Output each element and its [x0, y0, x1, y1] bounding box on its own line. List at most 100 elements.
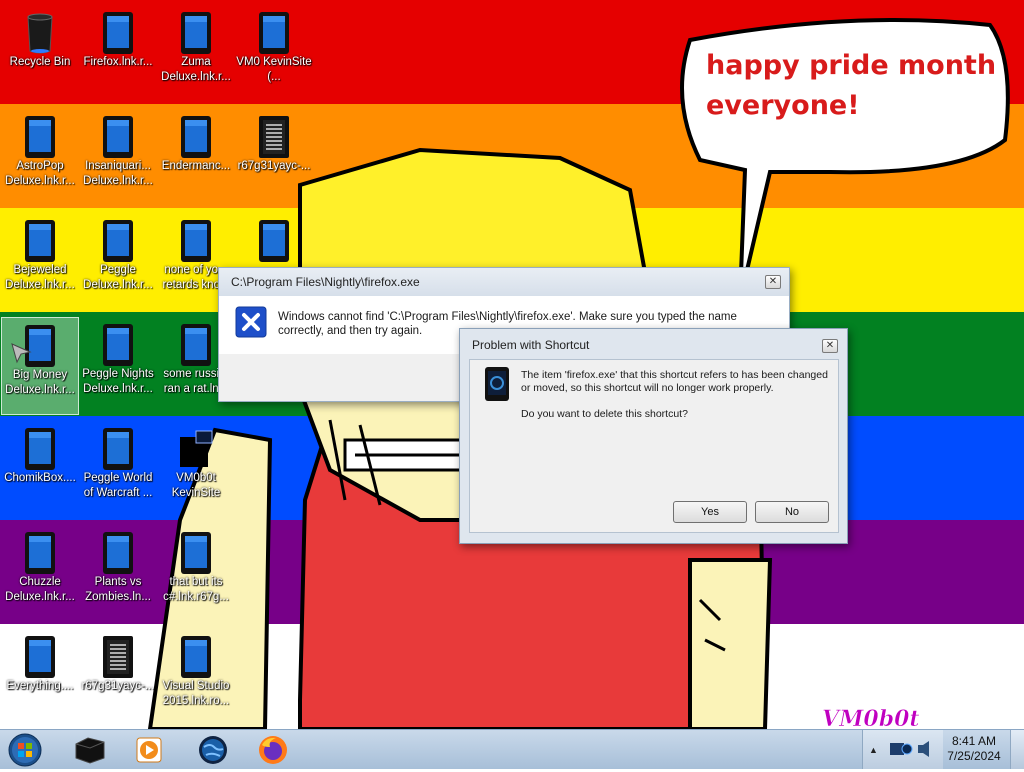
taskbar-item-globe[interactable]	[186, 730, 242, 769]
app-shortcut-icon	[103, 12, 133, 54]
clock[interactable]: 8:41 AM 7/25/2024	[942, 730, 1006, 769]
tray-expand-icon[interactable]: ▲	[869, 745, 878, 755]
desktop-icon[interactable]: Visual Studio 2015.lnk.ro...	[157, 629, 235, 727]
app-shortcut-icon	[103, 532, 133, 574]
desktop-icon[interactable]: VM0b0t KevinSite	[157, 421, 235, 519]
desktop-icon[interactable]: Everything....	[1, 629, 79, 727]
taskbar-item-media-player[interactable]	[122, 730, 178, 769]
desktop-icon-label: Peggle World of Warcraft ...	[83, 472, 153, 499]
desktop-icon[interactable]: Insaniquari... Deluxe.lnk.r...	[79, 109, 157, 207]
no-button[interactable]: No	[755, 501, 829, 523]
document-icon	[259, 116, 289, 158]
desktop-icon-label: ChomikBox....	[4, 472, 76, 484]
error-dialog-titlebar[interactable]: C:\Program Files\Nightly\firefox.exe ✕	[219, 268, 789, 296]
app-shortcut-icon	[25, 532, 55, 574]
desktop-icon[interactable]: Zuma Deluxe.lnk.r...	[157, 5, 235, 103]
desktop-icon-label: Peggle Nights Deluxe.lnk.r...	[82, 368, 154, 395]
error-dialog-title: C:\Program Files\Nightly\firefox.exe	[231, 275, 420, 289]
desktop-icon[interactable]: Firefox.lnk.r...	[79, 5, 157, 103]
system-tray: ▲	[862, 730, 943, 769]
shortcut-dialog-title: Problem with Shortcut	[472, 338, 590, 352]
desktop-icon-label: VM0 KevinSite (...	[236, 56, 312, 83]
firefox-icon	[258, 735, 288, 770]
desktop-icon[interactable]: that but its c#.lnk.r67g...	[157, 525, 235, 623]
yes-button[interactable]: Yes	[673, 501, 747, 523]
app-shortcut-icon	[25, 116, 55, 158]
desktop-icon[interactable]: VM0 KevinSite (...	[235, 5, 313, 103]
start-button[interactable]	[0, 730, 52, 769]
taskbar-item-black-box[interactable]	[62, 730, 118, 769]
desktop-icon-label: AstroPop Deluxe.lnk.r...	[5, 160, 75, 187]
desktop-icon[interactable]: Peggle Nights Deluxe.lnk.r...	[79, 317, 157, 415]
app-shortcut-icon	[103, 324, 133, 366]
app-shortcut-icon	[25, 636, 55, 678]
desktop-icon-label: Big Money Deluxe.lnk.r...	[5, 369, 75, 396]
desktop-icon-label: Everything....	[6, 680, 74, 692]
error-x-icon	[235, 306, 267, 338]
desktop-icon[interactable]: Peggle World of Warcraft ...	[79, 421, 157, 519]
taskbar: ▲ 8:41 AM 7/25/2024	[0, 729, 1024, 769]
shortcut-dialog: Problem with Shortcut ✕ The item 'firefo…	[459, 328, 848, 544]
desktop-icon-label: Insaniquari... Deluxe.lnk.r...	[83, 160, 153, 187]
mouse-cursor-icon	[10, 342, 32, 369]
globe-icon	[198, 735, 228, 770]
desktop-icon[interactable]: Recycle Bin	[1, 5, 79, 103]
app-shortcut-icon	[103, 428, 133, 470]
desktop-icon[interactable]: Chuzzle Deluxe.lnk.r...	[1, 525, 79, 623]
shortcut-dialog-panel: The item 'firefox.exe' that this shortcu…	[469, 359, 839, 533]
black-square-icon	[180, 430, 213, 467]
desktop-icon-label: Firefox.lnk.r...	[83, 56, 153, 68]
desktop-icon-label: VM0b0t KevinSite	[171, 472, 221, 499]
app-shortcut-icon	[181, 12, 211, 54]
document-icon	[103, 636, 133, 678]
shortcut-dialog-close-button[interactable]: ✕	[822, 339, 838, 353]
clock-date: 7/25/2024	[947, 749, 1001, 763]
desktop: happy pride month everyone! VM0b0t Recyc…	[0, 0, 1024, 729]
signature-text: VM0b0t	[822, 706, 920, 729]
desktop-icon-label: Bejeweled Deluxe.lnk.r...	[5, 264, 75, 291]
shortcut-dialog-question: Do you want to delete this shortcut?	[521, 408, 688, 420]
desktop-icon-label: Plants vs Zombies.ln...	[85, 576, 151, 603]
app-shortcut-icon	[181, 636, 211, 678]
app-shortcut-icon	[181, 116, 211, 158]
desktop-icon-label: Endermanc...	[161, 160, 231, 172]
tray-app-icon[interactable]	[889, 739, 913, 764]
shortcut-dialog-message: The item 'firefox.exe' that this shortcu…	[521, 369, 828, 394]
desktop-icon-label: Recycle Bin	[9, 56, 71, 68]
desktop-icon[interactable]: Plants vs Zombies.ln...	[79, 525, 157, 623]
app-shortcut-icon	[181, 220, 211, 262]
desktop-icon[interactable]: r67g31yayc-...	[79, 629, 157, 727]
desktop-icon[interactable]: r67g31yayc-...	[235, 109, 313, 207]
desktop-icon[interactable]: AstroPop Deluxe.lnk.r...	[1, 109, 79, 207]
app-shortcut-icon	[25, 220, 55, 262]
app-shortcut-icon	[259, 220, 289, 262]
desktop-icon[interactable]: Big Money Deluxe.lnk.r...	[1, 317, 79, 415]
desktop-icon[interactable]: ChomikBox....	[1, 421, 79, 519]
error-dialog-close-button[interactable]: ✕	[765, 275, 781, 289]
windows-orb-icon	[8, 733, 42, 772]
black-box-icon	[74, 736, 106, 769]
desktop-icon[interactable]: Endermanc...	[157, 109, 235, 207]
shortcut-app-icon	[484, 366, 510, 402]
taskbar-item-firefox[interactable]	[246, 730, 302, 769]
desktop-icon-label: r67g31yayc-...	[237, 160, 311, 172]
desktop-icon-label: r67g31yayc-...	[81, 680, 155, 692]
media-player-icon	[136, 737, 162, 768]
app-shortcut-icon	[181, 324, 211, 366]
desktop-icon[interactable]: Peggle Deluxe.lnk.r...	[79, 213, 157, 311]
app-shortcut-icon	[25, 428, 55, 470]
shortcut-dialog-titlebar[interactable]: Problem with Shortcut ✕	[460, 329, 847, 359]
clock-time: 8:41 AM	[951, 734, 997, 748]
app-shortcut-icon	[181, 532, 211, 574]
volume-icon[interactable]	[917, 740, 933, 763]
desktop-icon-label: Visual Studio 2015.lnk.ro...	[162, 680, 230, 707]
app-shortcut-icon	[103, 220, 133, 262]
desktop-icon[interactable]: Bejeweled Deluxe.lnk.r...	[1, 213, 79, 311]
desktop-icon-label: Chuzzle Deluxe.lnk.r...	[5, 576, 75, 603]
app-shortcut-icon	[103, 116, 133, 158]
desktop-icon-label: Peggle Deluxe.lnk.r...	[83, 264, 153, 291]
desktop-icon-label: that but its c#.lnk.r67g...	[163, 576, 229, 603]
speech-text-line1: happy pride month	[706, 50, 996, 81]
show-desktop-button[interactable]	[1010, 730, 1024, 769]
desktop-icon-label: Zuma Deluxe.lnk.r...	[161, 56, 231, 83]
